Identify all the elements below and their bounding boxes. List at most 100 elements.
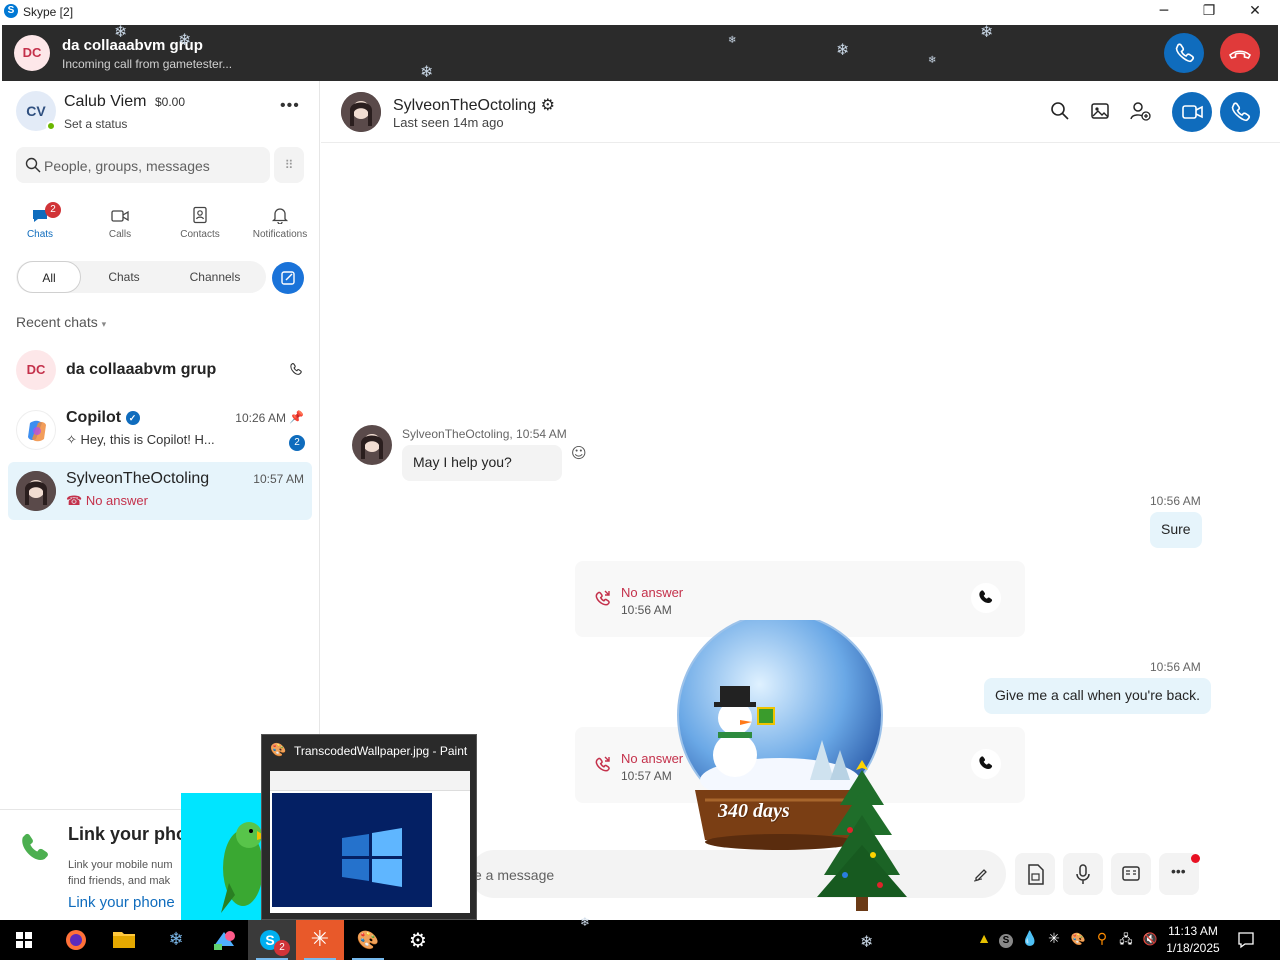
call-back-button[interactable] xyxy=(971,749,1001,779)
filter-all[interactable]: All xyxy=(17,261,81,293)
tray-volume-icon[interactable]: 🔇 xyxy=(1141,930,1159,950)
presence-indicator xyxy=(46,121,56,131)
call-time: 10:56 AM xyxy=(621,603,672,617)
window-title: Skype [2] xyxy=(23,5,74,19)
video-icon xyxy=(1182,105,1203,119)
compose-icon xyxy=(281,271,295,285)
filter-chats[interactable]: Chats xyxy=(88,261,160,293)
filter-channels[interactable]: Channels xyxy=(170,261,260,293)
microphone-icon xyxy=(1076,864,1090,884)
attach-file-button[interactable] xyxy=(1015,853,1055,895)
verified-icon: ✓ xyxy=(125,411,140,425)
accept-call-button[interactable] xyxy=(1164,33,1204,73)
chat-item-sylveontheoctoling[interactable]: SylveonTheOctoling 10:57 AM ☎ No answer xyxy=(8,462,312,520)
phone-icon xyxy=(979,756,993,769)
promo-body: Link your mobile num find friends, and m… xyxy=(68,859,173,887)
window-title-bar: S Skype [2] ─ ❐ ✕ xyxy=(0,0,1280,24)
pin-icon[interactable]: 📌 xyxy=(289,410,304,424)
incoming-call-subtitle: Incoming call from gametester... xyxy=(62,57,233,71)
minimize-button[interactable]: ─ xyxy=(1141,0,1187,24)
file-icon xyxy=(1028,864,1044,885)
clock-date: 1/18/2025 xyxy=(1166,941,1220,955)
chat-avatar-group: DC xyxy=(16,350,56,390)
tray-drop-icon[interactable]: 💧 xyxy=(1021,930,1039,950)
taskbar-app-snow[interactable]: ❄ xyxy=(152,920,200,960)
last-seen: Last seen 14m ago xyxy=(393,115,504,130)
recent-chats-label: Recent chats xyxy=(16,314,98,330)
tray-search-icon[interactable]: ⚲ xyxy=(1093,930,1111,950)
tab-notifications[interactable]: Notifications xyxy=(245,203,315,243)
video-icon xyxy=(111,210,129,222)
tab-contacts-label: Contacts xyxy=(180,229,220,240)
tab-chats-label: Chats xyxy=(26,229,54,240)
taskbar-clock[interactable]: 11:13 AM 1/18/2025 xyxy=(1164,923,1222,957)
chat-time: 10:57 AM xyxy=(253,472,304,486)
more-composer-options[interactable]: ••• xyxy=(1159,853,1200,895)
restore-button[interactable]: ❐ xyxy=(1186,0,1232,24)
skype-taskbar-badge: 2 xyxy=(274,940,290,956)
contact-name[interactable]: SylveonTheOctoling ⚙ xyxy=(393,95,555,115)
video-call-button[interactable] xyxy=(1172,92,1212,132)
anime-avatar-icon xyxy=(352,425,392,465)
tray-app-icon[interactable]: ▲ xyxy=(975,930,993,950)
set-status-link[interactable]: Set a status xyxy=(64,117,127,131)
new-chat-button[interactable] xyxy=(272,262,304,294)
anime-avatar-icon xyxy=(16,471,56,511)
profile-name[interactable]: Calub Viem xyxy=(64,93,146,111)
contact-card-button[interactable] xyxy=(1111,853,1151,895)
gallery-icon[interactable] xyxy=(1088,99,1112,123)
react-emoji-icon[interactable]: ☺ xyxy=(571,444,587,462)
taskbar-settings[interactable]: ⚙ xyxy=(394,920,442,960)
thumbnail-screen xyxy=(270,771,470,913)
call-back-button[interactable] xyxy=(971,583,1001,613)
tab-chats[interactable]: 2 Chats xyxy=(5,202,75,243)
hang-up-icon xyxy=(1229,50,1251,59)
dialpad-button[interactable]: ⠿ xyxy=(274,147,304,183)
outgoing-message[interactable]: Give me a call when you're back. xyxy=(984,678,1211,714)
start-button[interactable] xyxy=(0,920,48,960)
taskbar-file-explorer[interactable] xyxy=(100,920,148,960)
outgoing-message[interactable]: Sure xyxy=(1150,512,1202,548)
paint-thumbnail-preview[interactable]: 🎨 TranscodedWallpaper.jpg - Paint xyxy=(261,734,477,920)
tab-calls[interactable]: Calls xyxy=(85,203,155,243)
anime-avatar-icon xyxy=(341,92,381,132)
taskbar-app-paint3d[interactable] xyxy=(200,920,248,960)
taskbar-paint[interactable]: 🎨 xyxy=(344,920,392,960)
taskbar-app-snowflake[interactable]: ✳ xyxy=(296,920,344,960)
water-drop-icon: 💧 xyxy=(1021,930,1039,946)
tab-contacts[interactable]: Contacts xyxy=(165,203,235,243)
skype-credit[interactable]: $0.00 xyxy=(155,95,185,109)
link-phone-link[interactable]: Link your phone xyxy=(68,894,175,911)
close-window-button[interactable]: ✕ xyxy=(1232,0,1278,24)
paint-icon: 🎨 xyxy=(1070,932,1086,946)
tray-snowflake-icon[interactable]: ✳ xyxy=(1045,930,1063,950)
chat-preview-text: Hey, this is Copilot! H... xyxy=(80,432,215,447)
sender-avatar[interactable] xyxy=(352,425,392,465)
recent-chats-header[interactable]: Recent chats ▾ xyxy=(16,314,106,330)
taskbar-firefox[interactable] xyxy=(52,920,100,960)
chat-name-text: Copilot xyxy=(66,409,122,426)
chat-item-da-collaaabvm-grup[interactable]: DC da collaaabvm grup xyxy=(8,341,312,399)
taskbar-skype[interactable]: S 2 xyxy=(248,920,296,960)
action-center-button[interactable] xyxy=(1237,930,1255,950)
chat-item-copilot[interactable]: Copilot ✓ 10:26 AM 📌 ✧ Hey, this is Copi… xyxy=(8,401,312,459)
handwriting-icon[interactable] xyxy=(972,864,992,884)
audio-call-button[interactable] xyxy=(1220,92,1260,132)
search-icon[interactable] xyxy=(1048,99,1072,123)
more-options-button[interactable]: ••• xyxy=(280,97,300,115)
search-box[interactable]: People, groups, messages xyxy=(16,147,270,183)
chat-name: Copilot ✓ xyxy=(66,409,140,427)
contacts-icon xyxy=(193,206,207,224)
add-person-icon[interactable] xyxy=(1128,99,1152,123)
record-audio-button[interactable] xyxy=(1063,853,1103,895)
copilot-avatar xyxy=(16,410,56,450)
tray-network-icon[interactable]: 🖧 xyxy=(1117,930,1135,950)
gear-icon[interactable]: ⚙ xyxy=(541,95,555,114)
contact-avatar[interactable] xyxy=(341,92,381,132)
decline-call-button[interactable] xyxy=(1220,33,1260,73)
tray-skype-icon[interactable]: S xyxy=(997,930,1015,950)
snowglobe-widget[interactable]: 340 days xyxy=(660,612,910,920)
incoming-message[interactable]: May I help you? xyxy=(402,445,562,481)
tray-paint-icon[interactable]: 🎨 xyxy=(1069,930,1087,950)
search-placeholder: People, groups, messages xyxy=(44,158,210,174)
